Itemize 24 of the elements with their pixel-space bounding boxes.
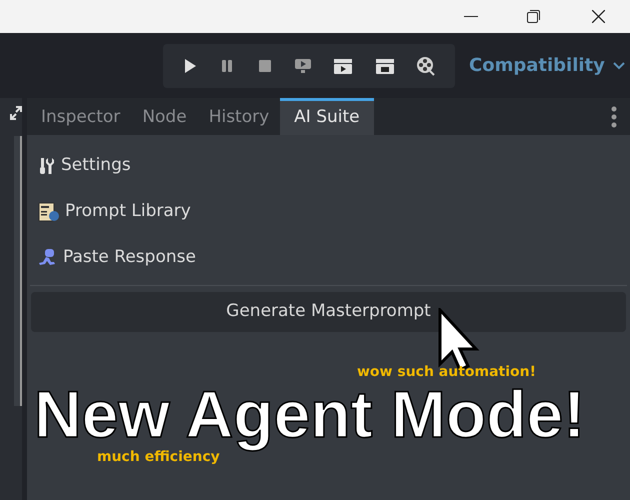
- more-options-icon[interactable]: [611, 106, 617, 128]
- generate-button[interactable]: Generate Masterprompt: [31, 292, 626, 332]
- panel-tab[interactable]: Inspector: [30, 98, 132, 135]
- film-reel-icon[interactable]: [416, 56, 436, 76]
- caption: wow such automation!: [357, 364, 536, 380]
- menu-item[interactable]: Prompt Library: [38, 189, 619, 235]
- menu-item[interactable]: Settings: [38, 143, 619, 189]
- renderer-dropdown[interactable]: Compatibility: [469, 52, 625, 79]
- stop-icon[interactable]: [256, 58, 273, 74]
- close-icon[interactable]: [592, 10, 605, 23]
- panel-tab[interactable]: Node: [131, 98, 198, 135]
- monitor-play-icon[interactable]: [294, 58, 312, 74]
- panel-tab[interactable]: History: [198, 98, 280, 135]
- restore-icon[interactable]: [527, 10, 540, 23]
- document-chat-icon: [38, 202, 60, 222]
- minimize-icon[interactable]: [464, 16, 478, 18]
- chevron-down-icon: [612, 62, 625, 70]
- clapperboard-play-icon[interactable]: [333, 56, 354, 74]
- expand-icon[interactable]: [10, 106, 22, 120]
- wrench-screwdriver-icon: [38, 157, 56, 175]
- menu-item[interactable]: Paste Response: [38, 235, 619, 281]
- caption: much efficiency: [97, 449, 220, 465]
- running-figure-icon: [38, 248, 58, 268]
- panel-tab[interactable]: AI Suite: [280, 98, 374, 135]
